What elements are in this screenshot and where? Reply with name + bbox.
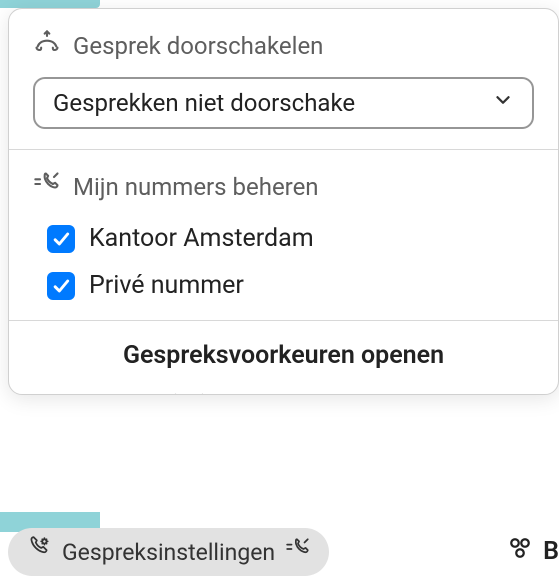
forward-section: Gesprek doorschakelen Gesprekken niet do… <box>9 9 558 149</box>
numbers-title: Mijn nummers beheren <box>73 173 319 201</box>
numbers-section: Mijn nummers beheren Kantoor Amsterdam P… <box>9 150 558 320</box>
forward-icon <box>33 29 61 63</box>
checkbox-checked-icon <box>47 225 75 253</box>
number-option-1[interactable]: Privé nummer <box>47 271 534 300</box>
number-option-0[interactable]: Kantoor Amsterdam <box>47 224 534 253</box>
numbers-list: Kantoor Amsterdam Privé nummer <box>33 218 534 300</box>
phone-arrow-icon <box>285 536 311 568</box>
forward-dropdown-value: Gesprekken niet doorschake <box>53 89 484 117</box>
call-settings-popover: Gesprek doorschakelen Gesprekken niet do… <box>8 8 559 395</box>
number-label: Kantoor Amsterdam <box>89 224 314 253</box>
manage-numbers-icon <box>33 170 61 204</box>
chevron-down-icon <box>484 89 514 117</box>
forward-title: Gesprek doorschakelen <box>73 32 323 60</box>
open-preferences-link[interactable]: Gespreksvoorkeuren openen <box>9 321 558 394</box>
active-tab-indicator <box>0 0 100 8</box>
call-settings-label: Gespreksinstellingen <box>62 539 275 566</box>
people-icon <box>505 533 535 570</box>
numbers-header: Mijn nummers beheren <box>33 170 534 204</box>
bottom-bar: Gespreksinstellingen B <box>0 522 559 582</box>
phone-gear-icon <box>26 536 52 568</box>
number-label: Privé nummer <box>89 271 244 300</box>
checkbox-checked-icon <box>47 272 75 300</box>
forward-header: Gesprek doorschakelen <box>33 29 534 63</box>
call-settings-button[interactable]: Gespreksinstellingen <box>8 528 329 576</box>
right-partial-item[interactable]: B <box>505 533 559 570</box>
right-partial-label: B <box>543 537 559 566</box>
forward-dropdown[interactable]: Gesprekken niet doorschake <box>33 77 534 129</box>
